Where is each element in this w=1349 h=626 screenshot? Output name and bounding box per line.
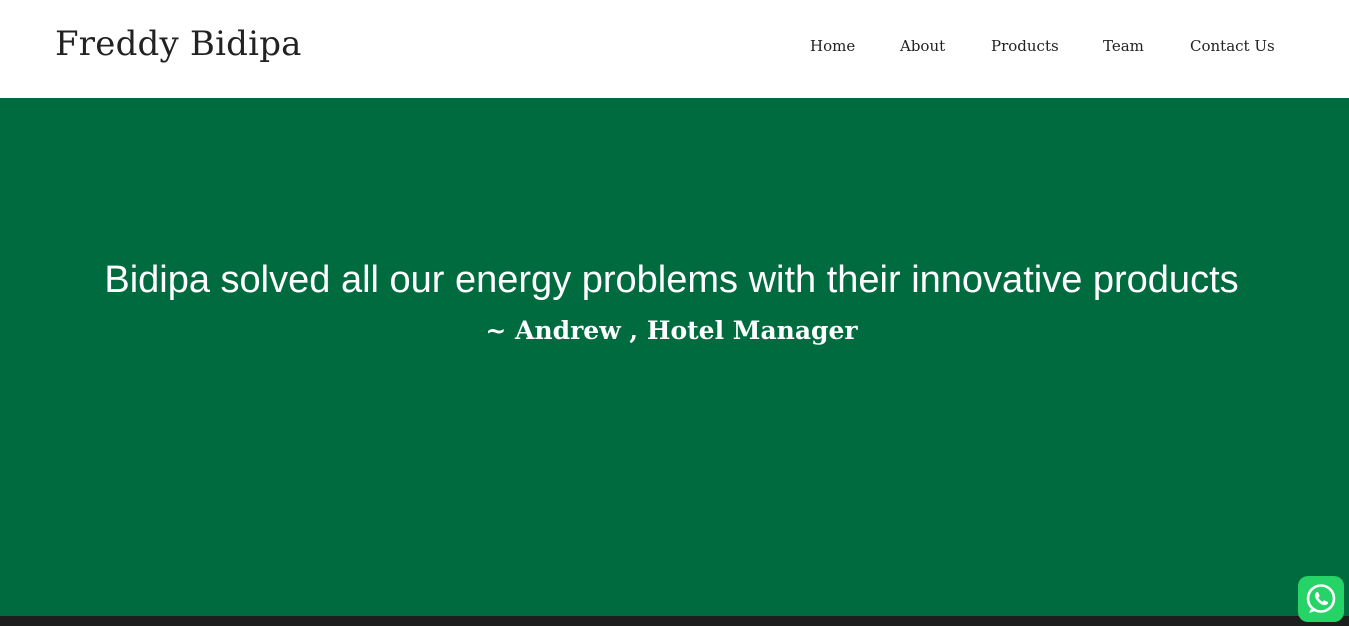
nav-products[interactable]: Products — [991, 33, 1059, 59]
whatsapp-icon — [1306, 584, 1336, 613]
nav-team[interactable]: Team — [1103, 33, 1144, 59]
nav-about[interactable]: About — [900, 33, 945, 59]
testimonial-author: ~ Andrew , Hotel Manager — [485, 316, 858, 345]
whatsapp-button[interactable] — [1298, 576, 1344, 622]
nav-home[interactable]: Home — [810, 33, 855, 59]
page: Freddy Bidipa Home About Products Team C… — [0, 0, 1349, 626]
testimonial-hero: Bidipa solved all our energy problems wi… — [0, 98, 1349, 616]
footer-strip — [0, 616, 1349, 626]
site-header: Freddy Bidipa Home About Products Team C… — [0, 0, 1349, 98]
main-nav: Home About Products Team Contact Us — [0, 33, 1349, 59]
testimonial-quote: Bidipa solved all our energy problems wi… — [104, 259, 1239, 301]
nav-contact-us[interactable]: Contact Us — [1190, 33, 1275, 59]
